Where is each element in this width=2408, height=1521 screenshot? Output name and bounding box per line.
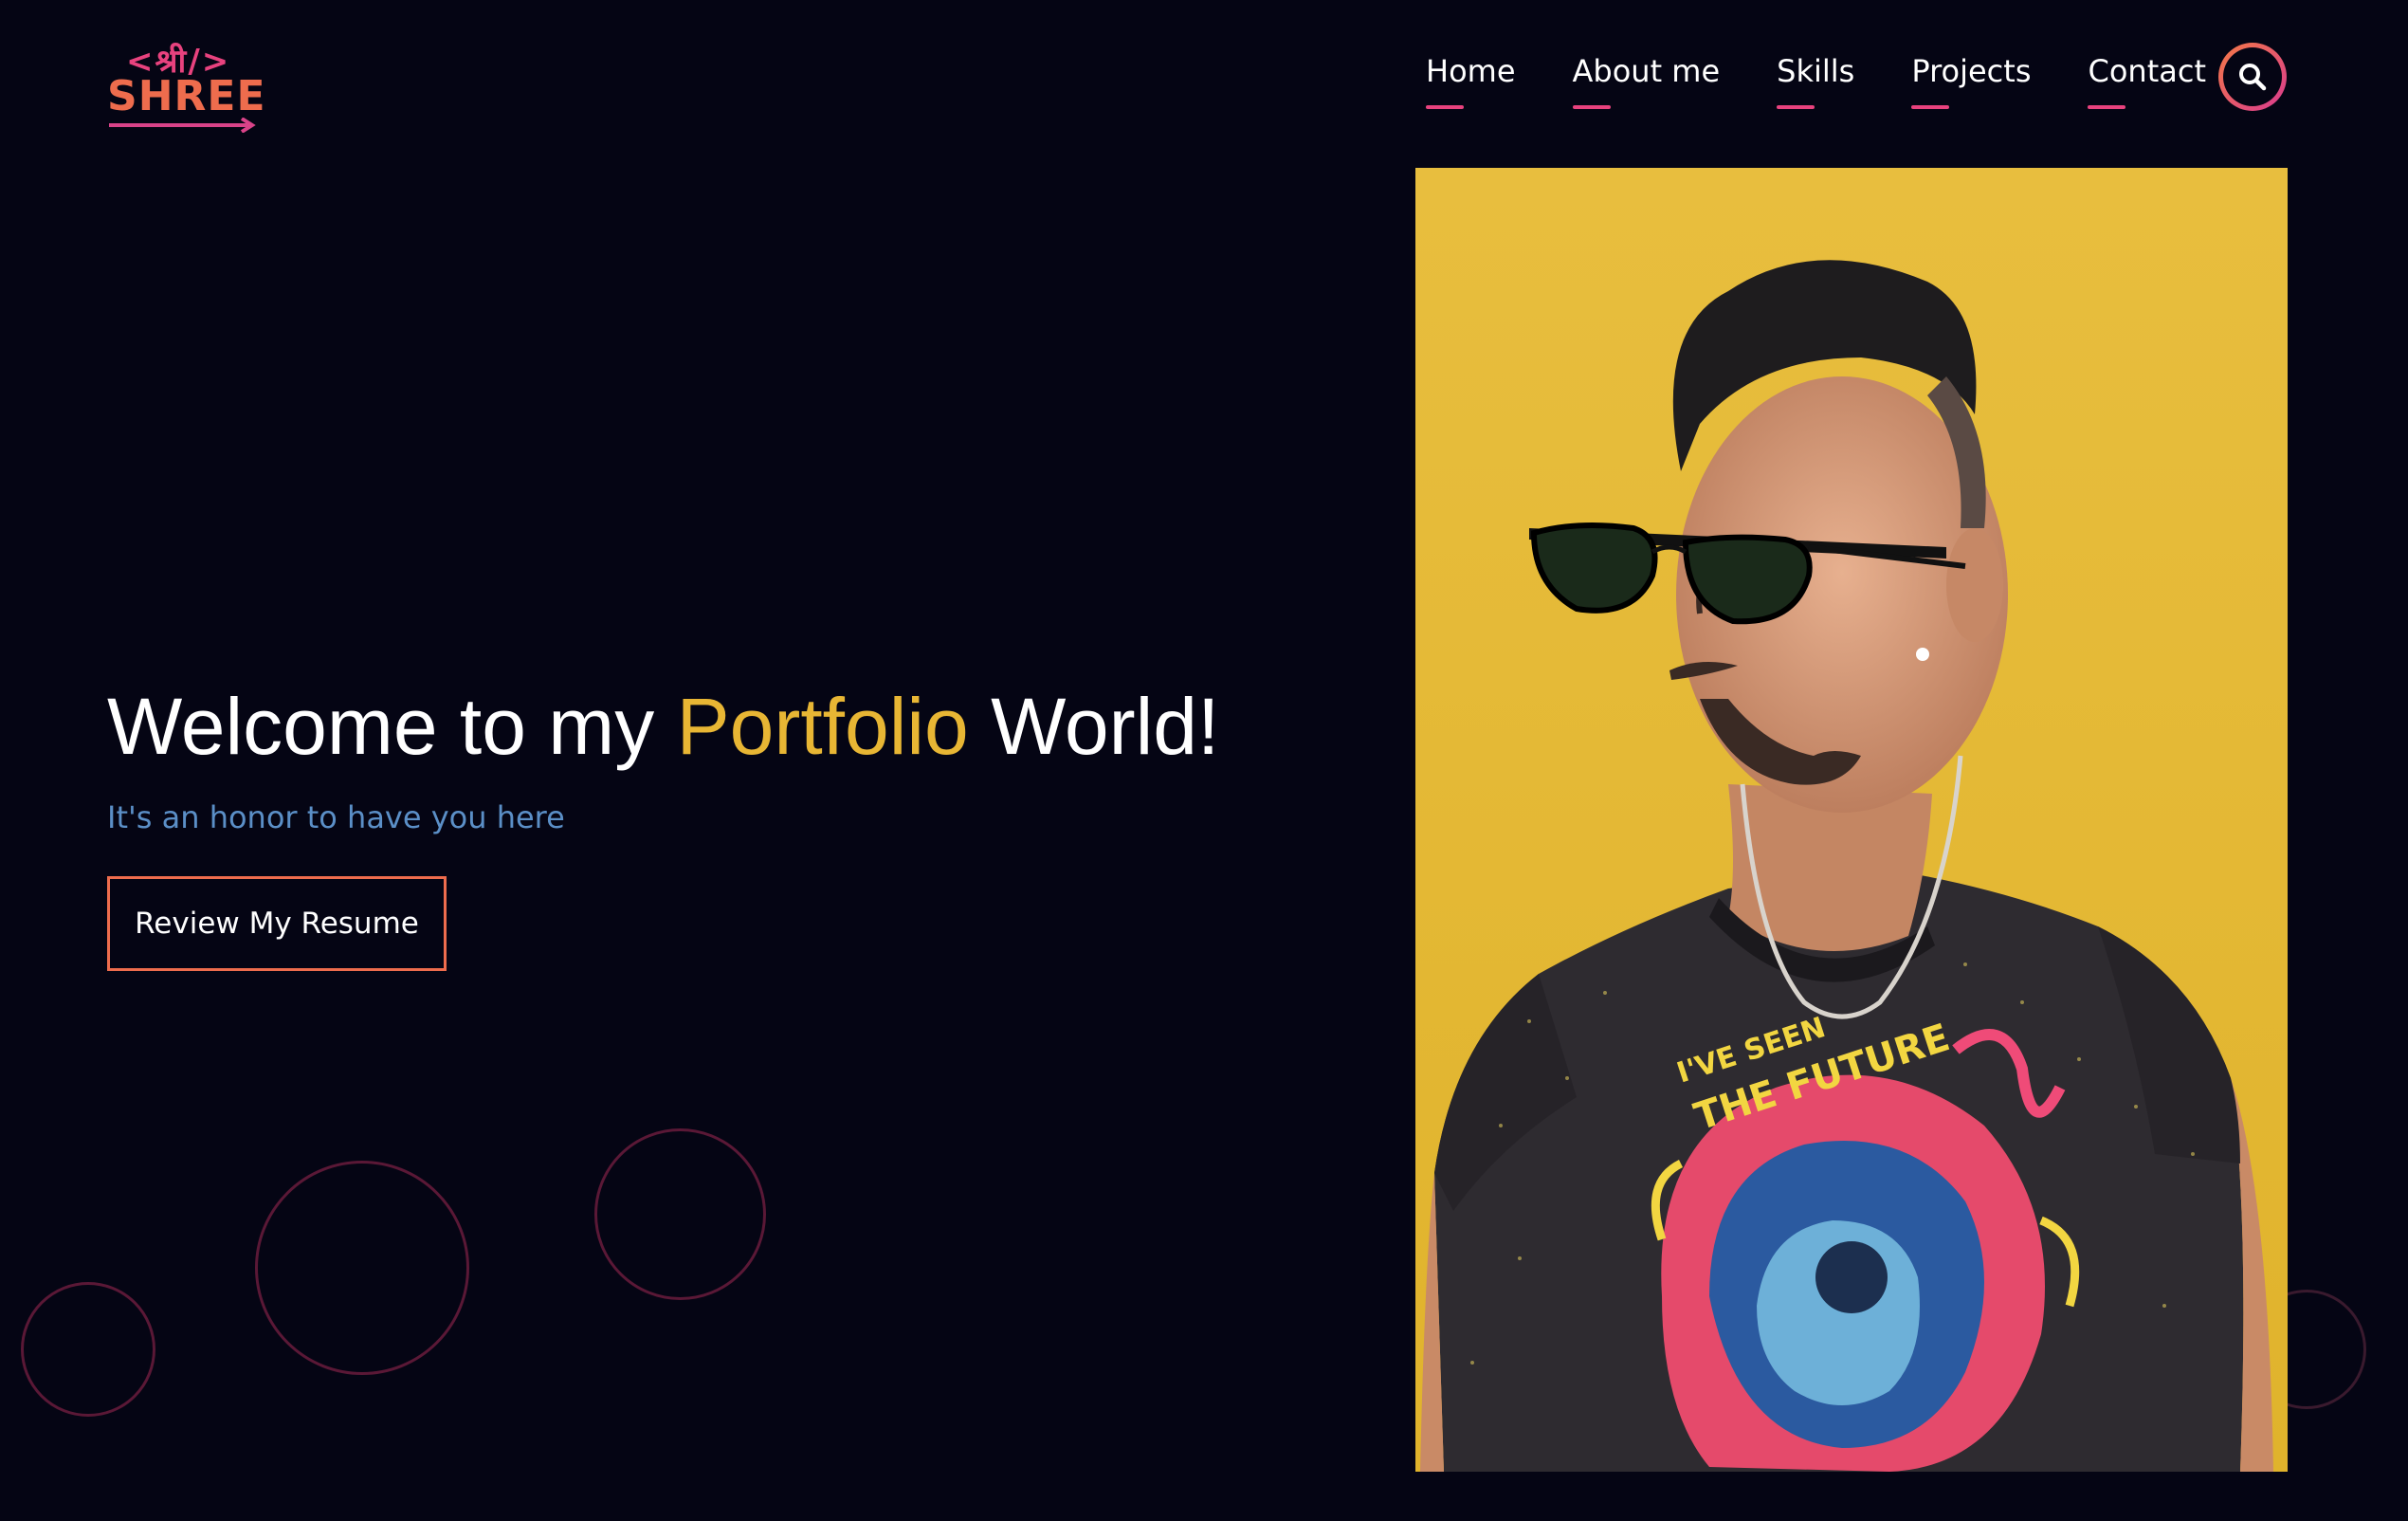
- search-icon: [2239, 64, 2267, 91]
- nav-item-contact[interactable]: Contact: [2088, 53, 2206, 116]
- nav-item-label: Home: [1426, 53, 1516, 89]
- nav-underline: [1911, 105, 1950, 109]
- nav-item-home[interactable]: Home: [1426, 53, 1516, 116]
- nav-item-label: Projects: [1911, 53, 2032, 89]
- hero-subtitle: It's an honor to have you here: [107, 799, 565, 835]
- nav-item-skills[interactable]: Skills: [1777, 53, 1854, 116]
- nav-item-label: Contact: [2088, 53, 2206, 89]
- hero-title: Welcome to my Portfolio World!: [107, 683, 1219, 770]
- review-resume-button[interactable]: Review My Resume: [107, 876, 447, 971]
- hero-title-accent: Portfolio: [676, 682, 969, 771]
- main-nav: Home About me Skills Projects Contact: [1426, 53, 2263, 116]
- nav-item-label: About me: [1572, 53, 1721, 89]
- nav-underline: [2088, 105, 2126, 109]
- decorative-circle: [594, 1128, 766, 1300]
- nav-underline: [1777, 105, 1815, 109]
- nav-underline: [1572, 105, 1611, 109]
- profile-photo: I'VE SEEN THE FUTURE: [1415, 168, 2288, 1472]
- hero-title-prefix: Welcome to my: [107, 682, 655, 771]
- site-logo[interactable]: <श्री/> SHREE: [107, 38, 265, 135]
- decorative-circle: [255, 1161, 469, 1375]
- nav-underline: [1426, 105, 1464, 109]
- nav-item-about[interactable]: About me: [1572, 53, 1721, 116]
- nav-item-label: Skills: [1777, 53, 1855, 89]
- logo-arrow-icon: [109, 118, 256, 133]
- profile-photo-illustration: I'VE SEEN THE FUTURE: [1415, 168, 2288, 1472]
- nav-item-projects[interactable]: Projects: [1911, 53, 2031, 116]
- decorative-circle: [21, 1282, 155, 1417]
- logo-wordmark: SHREE: [107, 72, 266, 120]
- search-button-inner: [2223, 47, 2282, 106]
- hero-title-suffix: World!: [991, 682, 1220, 771]
- search-button[interactable]: [2218, 43, 2287, 111]
